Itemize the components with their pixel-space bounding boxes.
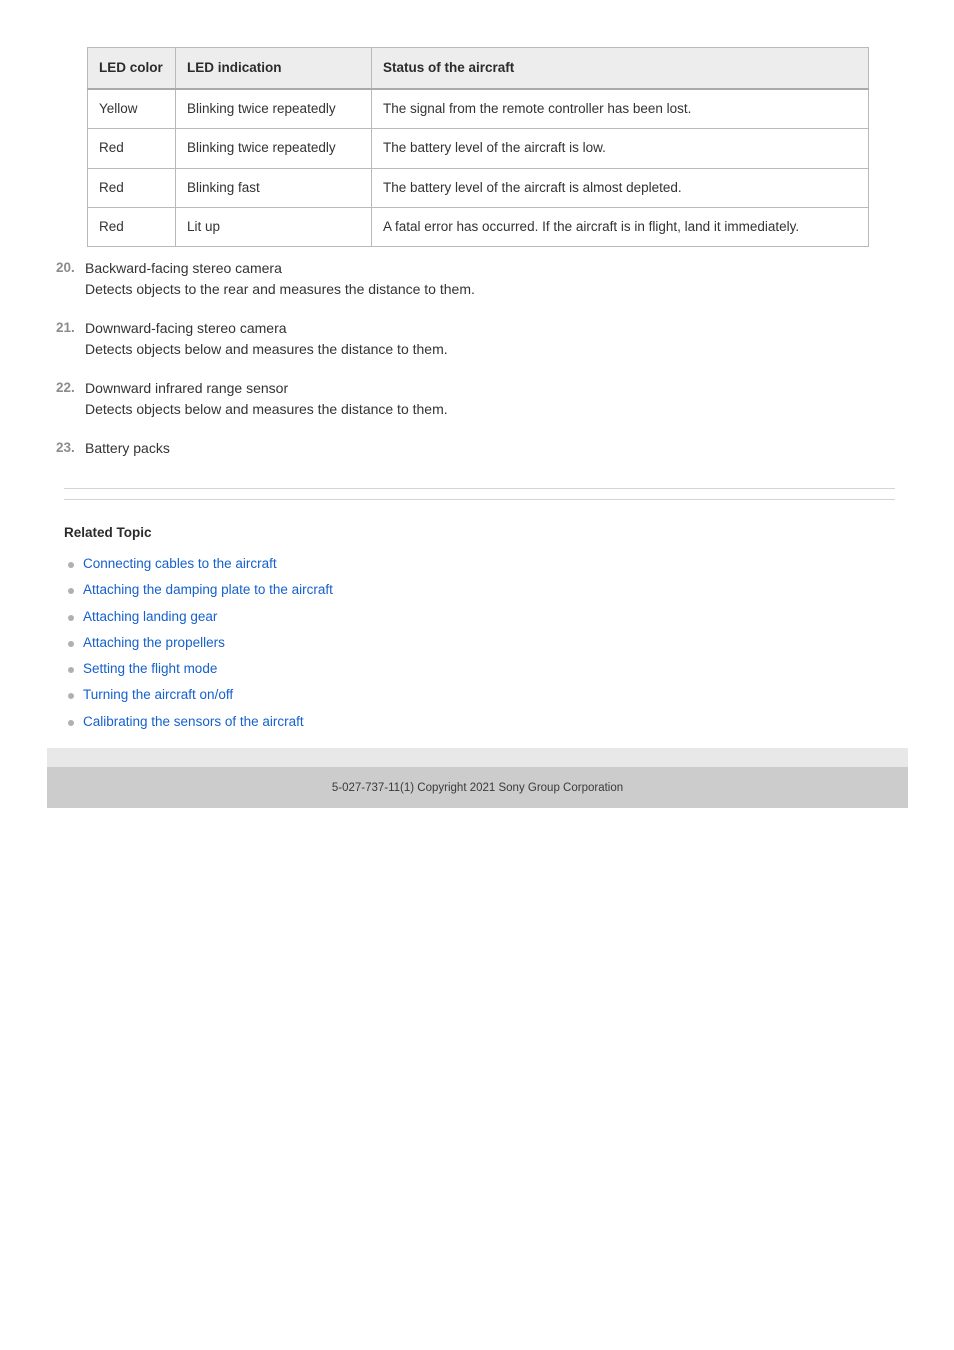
cell-aircraft-status: The battery level of the aircraft is low… xyxy=(371,128,869,169)
related-topic-list: Connecting cables to the aircraft Attach… xyxy=(64,551,864,735)
document-page: LED color LED indication Status of the a… xyxy=(0,0,954,1350)
led-status-table-container: LED color LED indication Status of the a… xyxy=(87,47,869,248)
table-row: Red Blinking twice repeatedly The batter… xyxy=(87,128,869,169)
cell-aircraft-status: The battery level of the aircraft is alm… xyxy=(371,167,869,208)
list-item[interactable]: Attaching the propellers xyxy=(64,630,864,656)
list-item-number: 22. xyxy=(56,380,75,395)
divider-line-bottom xyxy=(64,499,895,500)
related-link-connecting-cables[interactable]: Connecting cables to the aircraft xyxy=(83,556,277,571)
cell-led-indication: Blinking twice repeatedly xyxy=(175,88,372,130)
list-item[interactable]: Calibrating the sensors of the aircraft xyxy=(64,709,864,735)
column-header-aircraft-status: Status of the aircraft xyxy=(371,47,869,91)
table-row: Red Blinking fast The battery level of t… xyxy=(87,167,869,208)
column-header-led-indication: LED indication xyxy=(175,47,372,91)
list-item-title: Downward infrared range sensor xyxy=(85,380,289,396)
cell-led-color: Red xyxy=(87,206,176,248)
related-link-attaching-landing-gear[interactable]: Attaching landing gear xyxy=(83,609,217,624)
table-row: Red Lit up A fatal error has occurred. I… xyxy=(87,206,869,248)
list-item[interactable]: Attaching the damping plate to the aircr… xyxy=(64,577,864,603)
related-link-setting-flight-mode[interactable]: Setting the flight mode xyxy=(83,661,217,676)
list-item-number: 20. xyxy=(56,260,75,275)
list-item[interactable]: Connecting cables to the aircraft xyxy=(64,551,864,577)
bullet-icon xyxy=(68,667,74,674)
related-link-calibrating-sensors[interactable]: Calibrating the sensors of the aircraft xyxy=(83,714,304,729)
related-topic-heading: Related Topic xyxy=(64,525,152,540)
led-status-table: LED color LED indication Status of the a… xyxy=(87,47,869,248)
bullet-icon xyxy=(68,562,74,568)
cell-led-color: Red xyxy=(87,167,176,208)
list-item[interactable]: Setting the flight mode xyxy=(64,656,864,682)
footer-copyright: 5-027-737-11(1) Copyright 2021 Sony Grou… xyxy=(331,782,624,794)
cell-led-indication: Blinking fast xyxy=(175,167,372,208)
bullet-icon xyxy=(68,588,74,595)
table-body: Yellow Blinking twice repeatedly The sig… xyxy=(87,88,869,248)
bullet-icon xyxy=(68,693,74,700)
cell-led-indication: Blinking twice repeatedly xyxy=(175,128,372,169)
related-link-attaching-propellers[interactable]: Attaching the propellers xyxy=(83,635,225,650)
list-item: 20. Backward-facing stereo camera Detect… xyxy=(56,258,896,299)
cell-led-indication: Lit up xyxy=(175,206,372,248)
list-item-number: 23. xyxy=(56,440,75,455)
cell-aircraft-status: The signal from the remote controller ha… xyxy=(371,88,869,130)
list-item-title: Battery packs xyxy=(85,440,170,456)
cell-led-color: Red xyxy=(87,128,176,169)
divider-line-top xyxy=(64,488,895,489)
bullet-icon xyxy=(68,640,74,647)
list-item: 22. Downward infrared range sensor Detec… xyxy=(56,378,896,419)
related-link-attaching-damping-plate[interactable]: Attaching the damping plate to the aircr… xyxy=(83,582,333,597)
list-item-description: Detects objects below and measures the d… xyxy=(85,340,448,357)
list-item-description: Detects objects to the rear and measures… xyxy=(85,280,475,297)
list-item: 21. Downward-facing stereo camera Detect… xyxy=(56,318,896,359)
list-item-title: Backward-facing stereo camera xyxy=(85,260,282,276)
list-item-description: Detects objects below and measures the d… xyxy=(85,400,448,417)
bullet-icon xyxy=(68,719,74,726)
bullet-icon xyxy=(68,614,74,621)
list-item[interactable]: Turning the aircraft on/off xyxy=(64,682,864,708)
section-divider xyxy=(64,488,895,500)
numbered-parts-list: 20. Backward-facing stereo camera Detect… xyxy=(56,258,896,459)
footer-band-light xyxy=(47,748,908,767)
table-header: LED color LED indication Status of the a… xyxy=(87,47,869,91)
cell-led-color: Yellow xyxy=(87,88,176,130)
list-item-title: Downward-facing stereo camera xyxy=(85,320,287,336)
related-link-turning-aircraft-on-off[interactable]: Turning the aircraft on/off xyxy=(83,687,233,702)
table-row: Yellow Blinking twice repeatedly The sig… xyxy=(87,88,869,130)
list-item: 23. Battery packs xyxy=(56,438,896,459)
table-header-row: LED color LED indication Status of the a… xyxy=(87,47,869,91)
list-item-number: 21. xyxy=(56,320,75,335)
list-item[interactable]: Attaching landing gear xyxy=(64,604,864,630)
column-header-led-color: LED color xyxy=(87,47,176,91)
cell-aircraft-status: A fatal error has occurred. If the aircr… xyxy=(371,206,869,248)
